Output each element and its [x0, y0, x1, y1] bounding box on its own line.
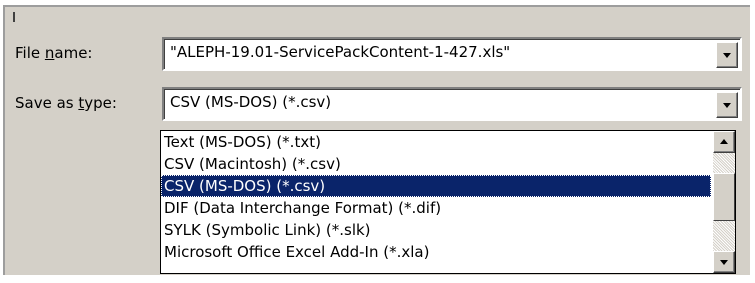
chevron-down-icon — [723, 103, 731, 108]
file-name-dropdown-button[interactable] — [716, 42, 738, 68]
save-as-type-combobox[interactable]: CSV (MS-DOS) (*.csv) — [162, 87, 742, 121]
scroll-track[interactable] — [713, 153, 735, 251]
scroll-thumb[interactable] — [713, 173, 735, 221]
file-name-field[interactable]: "ALEPH-19.01-ServicePackContent-1-427.xl… — [170, 43, 510, 61]
list-item[interactable]: Microsoft Office Excel Add-In (*.xla) — [161, 241, 711, 263]
scroll-up-button[interactable] — [713, 131, 735, 153]
list-item[interactable]: DIF (Data Interchange Format) (*.dif) — [161, 197, 711, 219]
list-item[interactable]: Text (MS-DOS) (*.txt) — [161, 131, 711, 153]
dialog-edge-marker — [13, 12, 15, 22]
list-item[interactable]: SYLK (Symbolic Link) (*.slk) — [161, 219, 711, 241]
save-as-type-value: CSV (MS-DOS) (*.csv) — [170, 93, 332, 111]
save-as-type-listbox[interactable]: Text (MS-DOS) (*.txt) CSV (Macintosh) (*… — [160, 130, 736, 274]
file-name-label: File name: — [15, 44, 93, 62]
save-as-type-dropdown-button[interactable] — [716, 92, 738, 118]
list-item[interactable]: CSV (Macintosh) (*.csv) — [161, 153, 711, 175]
file-name-combobox[interactable]: "ALEPH-19.01-ServicePackContent-1-427.xl… — [162, 37, 742, 71]
screenshot-frame: File name: "ALEPH-19.01-ServicePackConte… — [0, 0, 755, 283]
scroll-down-icon — [720, 260, 728, 265]
listbox-scrollbar[interactable] — [713, 131, 735, 273]
chevron-down-icon — [723, 53, 731, 58]
save-as-type-label: Save as type: — [15, 94, 117, 112]
list-item-selected[interactable]: CSV (MS-DOS) (*.csv) — [161, 175, 711, 197]
scroll-up-icon — [720, 139, 728, 144]
scroll-down-button[interactable] — [713, 251, 735, 273]
